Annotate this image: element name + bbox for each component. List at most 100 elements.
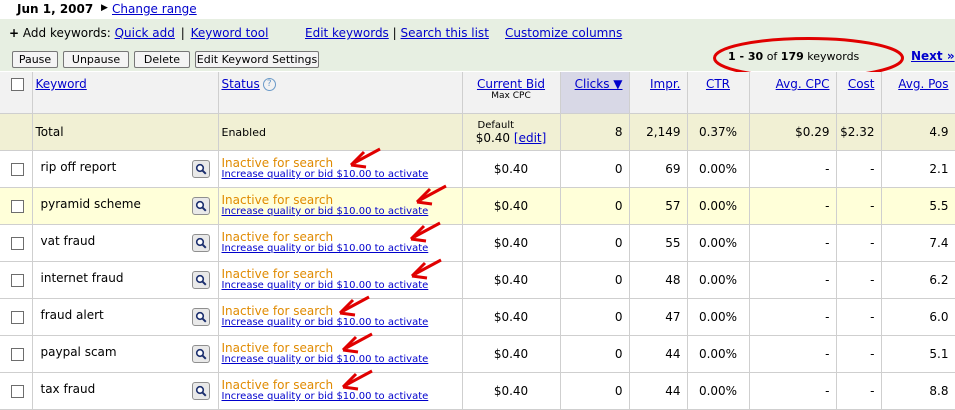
ctr-column-header[interactable]: CTR [706, 77, 730, 91]
plus-icon: + [9, 26, 20, 40]
row-checkbox[interactable] [11, 200, 24, 213]
impr-value: 44 [629, 335, 688, 373]
cpc-value: - [749, 150, 837, 188]
cost-column-header[interactable]: Cost [848, 77, 875, 91]
total-pos: 4.9 [881, 113, 955, 151]
cpc-value: - [749, 187, 837, 225]
quick-add-link[interactable]: Quick add [115, 26, 175, 40]
edit-search-links: Edit keywords | Search this list [305, 26, 489, 40]
clicks-value: 0 [560, 261, 630, 299]
status-column-header[interactable]: Status [222, 77, 260, 91]
keyword-tool-link[interactable]: Keyword tool [191, 26, 269, 40]
bid-column-header[interactable]: Current Bid [477, 77, 545, 91]
cpc-value: - [749, 261, 837, 299]
clicks-column-header[interactable]: Clicks ▼ [575, 77, 623, 91]
cpc-value: - [749, 224, 837, 262]
status-text: Inactive for search [221, 304, 334, 318]
pos-value: 7.4 [881, 224, 955, 262]
ctr-value: 0.00% [687, 261, 750, 299]
impr-value: 55 [629, 224, 688, 262]
search-icon[interactable] [191, 234, 210, 252]
total-cost: $2.32 [836, 113, 882, 151]
cpc-value: - [749, 298, 837, 336]
table-row: rip off report Inactive for search Increas… [0, 150, 955, 188]
cpc-column-header[interactable]: Avg. CPC [776, 77, 830, 91]
search-icon[interactable] [191, 345, 210, 363]
search-icon[interactable] [191, 160, 210, 178]
bid-value: $0.40 [462, 298, 561, 336]
pause-button[interactable]: Pause [12, 51, 58, 68]
activate-link[interactable]: Increase quality or bid $10.00 to activa… [222, 169, 462, 181]
cost-value: - [836, 372, 882, 410]
table-row: fraud alert Inactive for search Increase q… [0, 298, 955, 336]
edit-bid-link[interactable]: [edit] [514, 131, 546, 145]
cost-value: - [836, 187, 882, 225]
customize-columns-link[interactable]: Customize columns [505, 26, 622, 40]
row-checkbox[interactable] [11, 385, 24, 398]
ctr-value: 0.00% [687, 224, 750, 262]
keyword-text: paypal scam [40, 345, 117, 359]
activate-link[interactable]: Increase quality or bid $10.00 to activa… [222, 243, 462, 255]
activate-link[interactable]: Increase quality or bid $10.00 to activa… [222, 354, 462, 366]
cost-value: - [836, 298, 882, 336]
row-checkbox[interactable] [11, 348, 24, 361]
select-all-checkbox[interactable] [11, 78, 24, 91]
activate-link[interactable]: Increase quality or bid $10.00 to activa… [222, 280, 462, 292]
ctr-value: 0.00% [687, 372, 750, 410]
delete-button[interactable]: Delete [134, 51, 190, 68]
change-range-link[interactable]: Change range [112, 2, 197, 16]
total-cpc: $0.29 [749, 113, 837, 151]
clicks-value: 0 [560, 372, 630, 410]
add-keywords-bar: + Add keywords: Quick add | Keyword tool [9, 26, 268, 40]
table-header-row: Keyword Status? Current Bid Max CPC Click… [0, 72, 955, 114]
total-clicks: 8 [560, 113, 630, 151]
table-row: paypal scam Inactive for search Increase q… [0, 335, 955, 373]
total-impr: 2,149 [629, 113, 688, 151]
search-icon[interactable] [191, 197, 210, 215]
pos-value: 6.0 [881, 298, 955, 336]
cost-value: - [836, 335, 882, 373]
bid-value: $0.40 [462, 150, 561, 188]
row-checkbox[interactable] [11, 237, 24, 250]
pos-value: 6.2 [881, 261, 955, 299]
search-icon[interactable] [191, 308, 210, 326]
pos-column-header[interactable]: Avg. Pos [898, 77, 948, 91]
search-icon[interactable] [191, 271, 210, 289]
edit-keywords-link[interactable]: Edit keywords [305, 26, 389, 40]
search-list-link[interactable]: Search this list [401, 26, 489, 40]
row-checkbox[interactable] [11, 163, 24, 176]
search-icon[interactable] [191, 382, 210, 400]
total-label: Total [35, 125, 64, 139]
bid-value: $0.40 [462, 261, 561, 299]
edit-keyword-settings-button[interactable]: Edit Keyword Settings [195, 51, 319, 68]
impr-value: 48 [629, 261, 688, 299]
cpc-value: - [749, 372, 837, 410]
keyword-text: internet fraud [40, 271, 124, 285]
bid-value: $0.40 [462, 335, 561, 373]
cost-value: - [836, 150, 882, 188]
clicks-value: 0 [560, 187, 630, 225]
keywords-table: Keyword Status? Current Bid Max CPC Click… [0, 72, 955, 410]
activate-link[interactable]: Increase quality or bid $10.00 to activa… [222, 206, 462, 218]
clicks-value: 0 [560, 224, 630, 262]
table-row: pyramid scheme Inactive for search Increas… [0, 187, 955, 225]
status-text: Inactive for search [221, 267, 334, 281]
date-range-bar: Jun 1, 2007 ▶ Change range [0, 0, 955, 19]
status-text: Inactive for search [221, 156, 334, 170]
pos-value: 2.1 [881, 150, 955, 188]
table-row: internet fraud Inactive for search Increas… [0, 261, 955, 299]
ctr-value: 0.00% [687, 187, 750, 225]
total-status: Enabled [221, 126, 266, 139]
row-checkbox[interactable] [11, 311, 24, 324]
keyword-column-header[interactable]: Keyword [36, 77, 87, 91]
next-page-link[interactable]: Next » [911, 49, 955, 63]
row-checkbox[interactable] [11, 274, 24, 287]
activate-link[interactable]: Increase quality or bid $10.00 to activa… [222, 391, 462, 403]
bid-sub-header: Max CPC [491, 91, 531, 101]
date-label: Jun 1, 2007 [17, 2, 94, 16]
help-icon[interactable]: ? [262, 78, 276, 91]
impr-column-header[interactable]: Impr. [650, 77, 681, 91]
activate-link[interactable]: Increase quality or bid $10.00 to activa… [222, 317, 462, 329]
unpause-button[interactable]: Unpause [63, 51, 129, 68]
cpc-value: - [749, 335, 837, 373]
